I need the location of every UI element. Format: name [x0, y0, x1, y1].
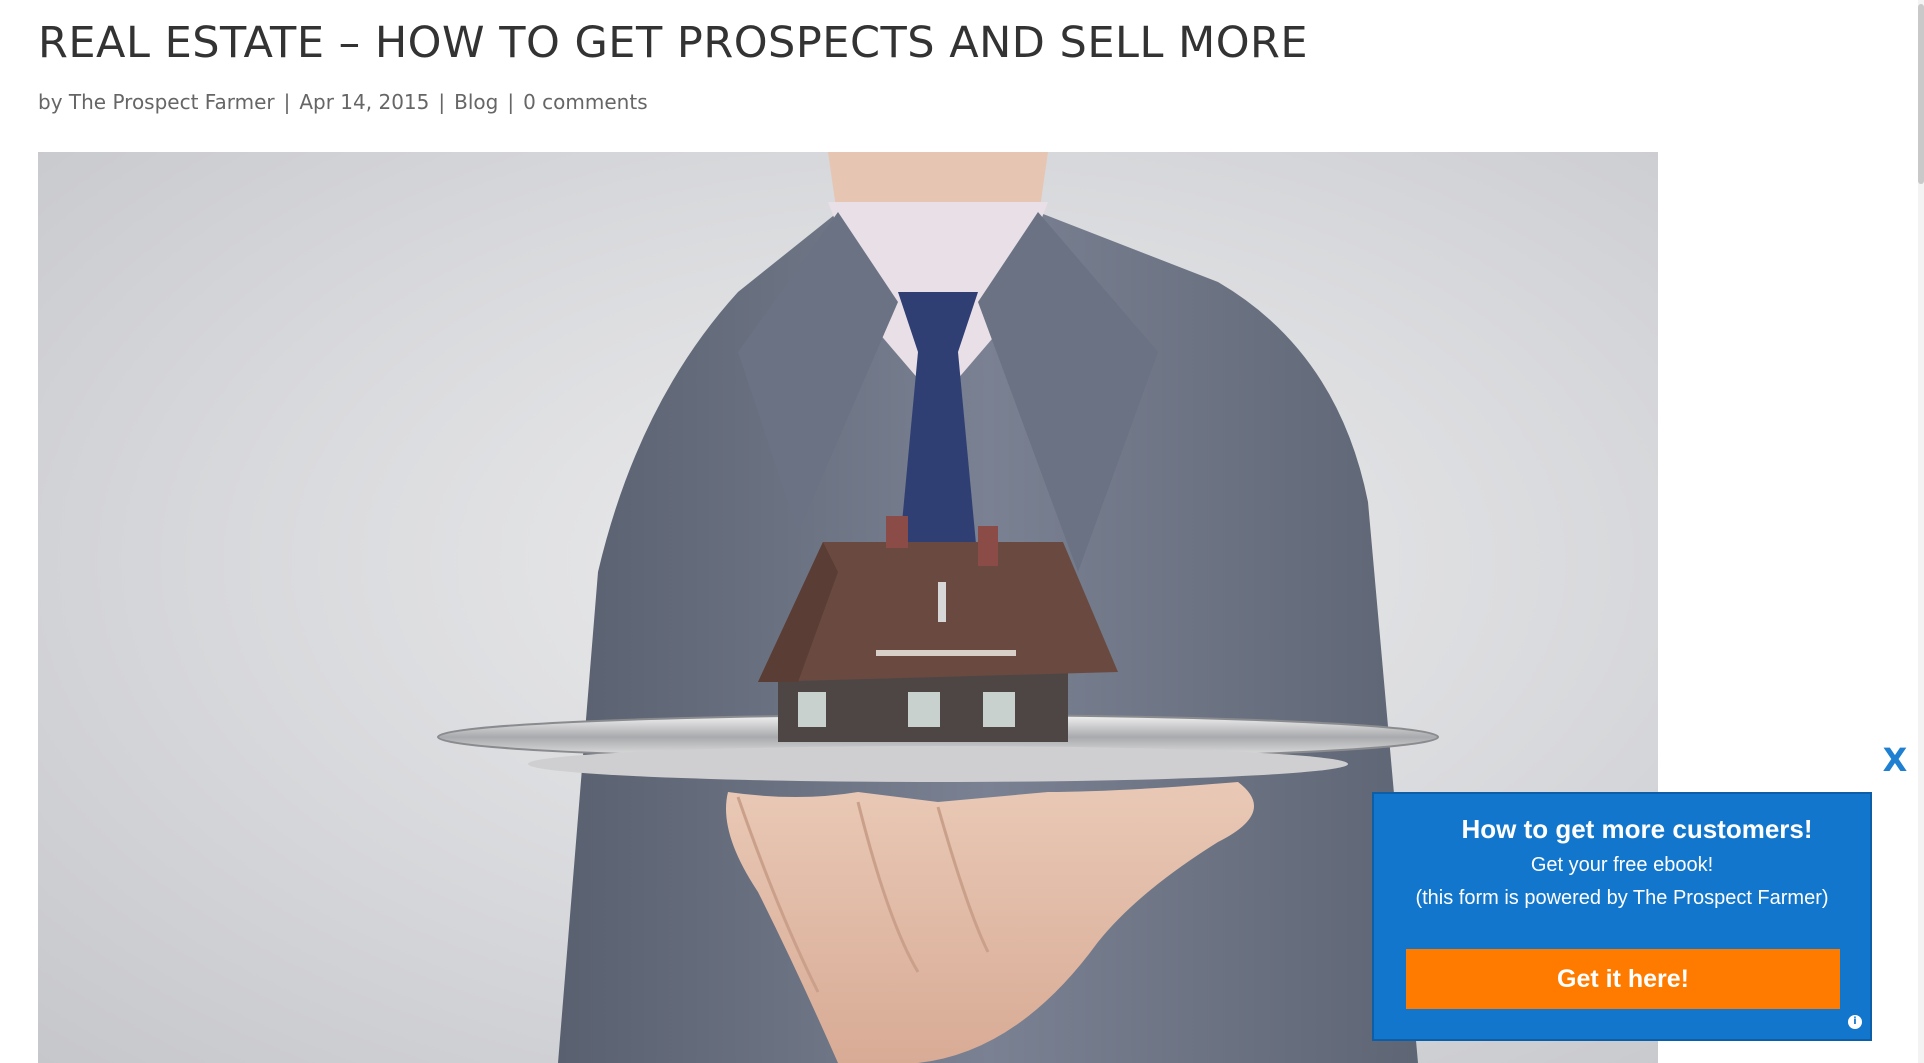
popup-subheading: Get your free ebook! — [1530, 854, 1714, 876]
page-scrollbar[interactable] — [1918, 0, 1924, 1063]
lead-capture-popup: How to get more customers! Get your free… — [1372, 792, 1872, 1041]
meta-separator: | — [438, 90, 446, 114]
meta-by-prefix: by — [38, 90, 63, 114]
post-date: Apr 14, 2015 — [299, 90, 430, 114]
comments-link[interactable]: 0 comments — [523, 90, 648, 114]
popup-heading: How to get more customers! — [1461, 814, 1813, 844]
popup-close-button[interactable]: X — [1880, 742, 1910, 778]
category-link[interactable]: Blog — [454, 90, 498, 114]
info-icon[interactable]: i — [1848, 1015, 1862, 1029]
scrollbar-thumb[interactable] — [1918, 4, 1924, 184]
get-ebook-button[interactable]: Get it here! — [1406, 949, 1840, 1009]
post-title: REAL ESTATE – HOW TO GET PROSPECTS AND S… — [38, 18, 1309, 68]
popup-powered-by-note: (this form is powered by The Prospect Fa… — [1415, 887, 1829, 909]
meta-separator: | — [283, 90, 291, 114]
post-meta: by The Prospect Farmer | Apr 14, 2015 | Blog… — [38, 90, 648, 114]
meta-separator: | — [507, 90, 515, 114]
author-link[interactable]: The Prospect Farmer — [69, 90, 275, 114]
